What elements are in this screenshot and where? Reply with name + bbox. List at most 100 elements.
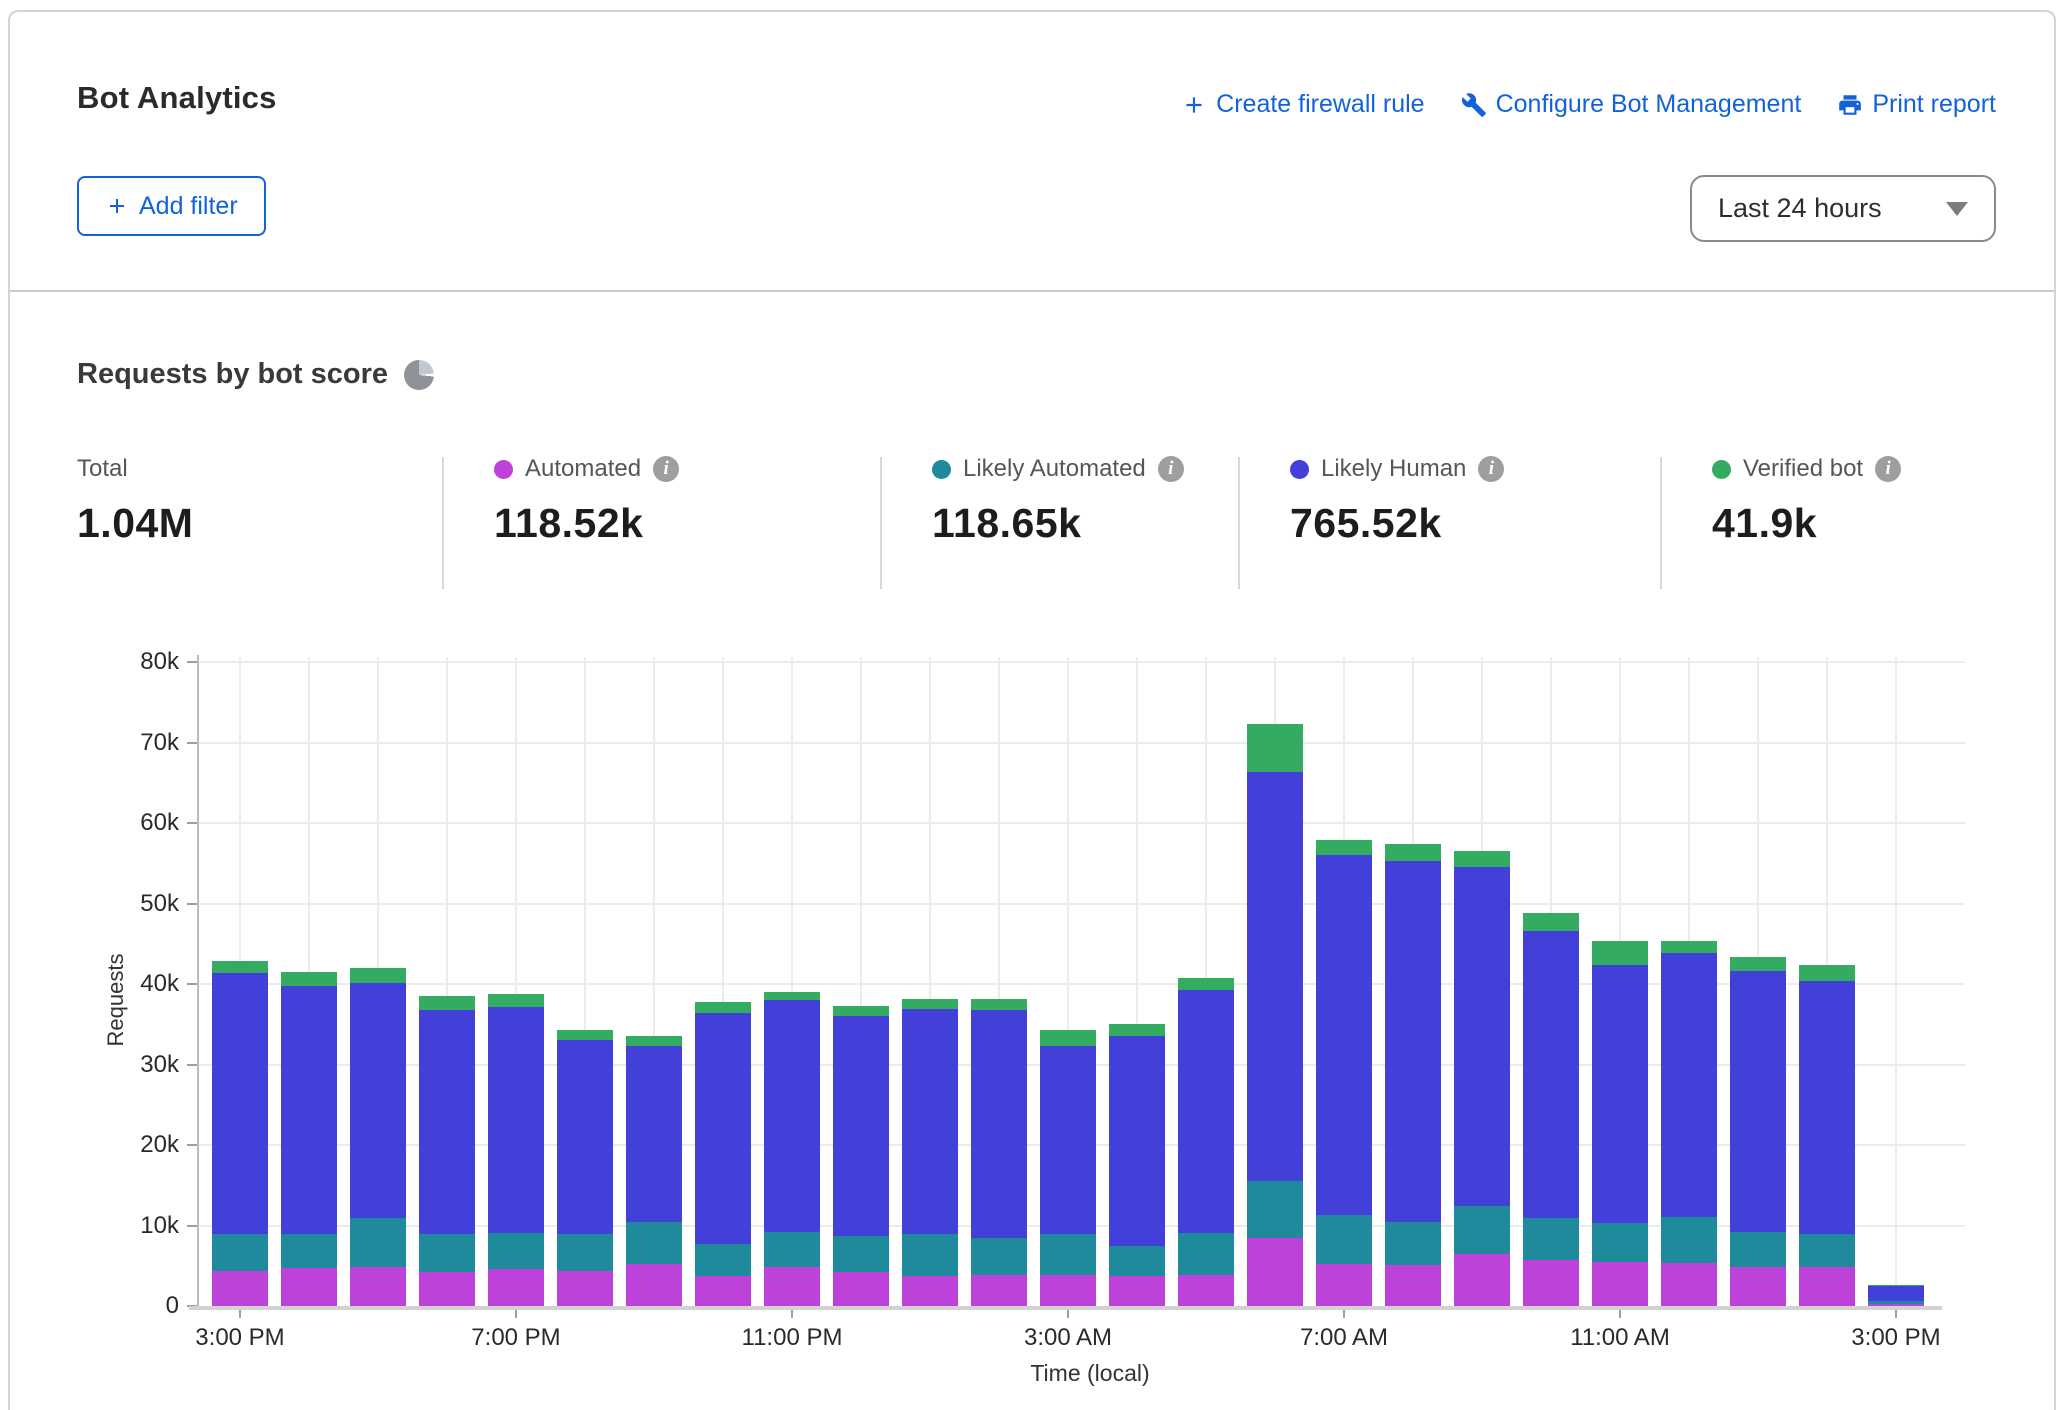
bar-segment-likely-human[interactable] bbox=[1040, 1046, 1096, 1234]
bar-segment-verified-bot[interactable] bbox=[1385, 844, 1441, 861]
bar-segment-verified-bot[interactable] bbox=[1316, 840, 1372, 855]
bar-segment-verified-bot[interactable] bbox=[488, 994, 544, 1007]
bar-segment-likely-human[interactable] bbox=[419, 1010, 475, 1235]
bar-segment-likely-automated[interactable] bbox=[1178, 1233, 1234, 1276]
bar-segment-likely-human[interactable] bbox=[1799, 981, 1855, 1235]
bar-segment-verified-bot[interactable] bbox=[1109, 1024, 1165, 1035]
bar-segment-likely-human[interactable] bbox=[1454, 867, 1510, 1206]
bar-segment-likely-human[interactable] bbox=[1523, 931, 1579, 1218]
bar-segment-likely-automated[interactable] bbox=[971, 1238, 1027, 1275]
bar-segment-likely-automated[interactable] bbox=[557, 1234, 613, 1272]
bar-segment-automated[interactable] bbox=[1385, 1265, 1441, 1306]
bar-segment-likely-automated[interactable] bbox=[1316, 1215, 1372, 1264]
bar-segment-likely-human[interactable] bbox=[1316, 855, 1372, 1215]
bar-segment-automated[interactable] bbox=[626, 1264, 682, 1306]
bar-segment-likely-human[interactable] bbox=[695, 1013, 751, 1244]
bar-segment-likely-automated[interactable] bbox=[1247, 1181, 1303, 1237]
bar-segment-verified-bot[interactable] bbox=[902, 999, 958, 1009]
bar-segment-automated[interactable] bbox=[1109, 1276, 1165, 1306]
bar-segment-verified-bot[interactable] bbox=[764, 992, 820, 1000]
bar-segment-automated[interactable] bbox=[419, 1272, 475, 1306]
bar-segment-automated[interactable] bbox=[1730, 1267, 1786, 1306]
bar-segment-automated[interactable] bbox=[902, 1276, 958, 1306]
bar-segment-verified-bot[interactable] bbox=[350, 968, 406, 983]
bar-segment-verified-bot[interactable] bbox=[1592, 941, 1648, 965]
bar-segment-automated[interactable] bbox=[1868, 1304, 1924, 1306]
bar-segment-verified-bot[interactable] bbox=[281, 972, 337, 986]
bar-segment-automated[interactable] bbox=[557, 1271, 613, 1306]
bar-segment-verified-bot[interactable] bbox=[695, 1002, 751, 1013]
bar-segment-likely-automated[interactable] bbox=[1040, 1234, 1096, 1275]
bar-segment-likely-automated[interactable] bbox=[350, 1218, 406, 1266]
bar-segment-verified-bot[interactable] bbox=[1454, 851, 1510, 867]
bar-segment-likely-automated[interactable] bbox=[281, 1234, 337, 1269]
bar-segment-likely-automated[interactable] bbox=[1454, 1206, 1510, 1254]
bar-segment-likely-automated[interactable] bbox=[1868, 1301, 1924, 1304]
bar-segment-verified-bot[interactable] bbox=[1040, 1030, 1096, 1046]
bar-segment-likely-automated[interactable] bbox=[695, 1244, 751, 1276]
bar-segment-likely-automated[interactable] bbox=[1109, 1246, 1165, 1277]
bar-segment-verified-bot[interactable] bbox=[1523, 913, 1579, 931]
bar-segment-likely-automated[interactable] bbox=[1661, 1217, 1717, 1263]
bar-segment-automated[interactable] bbox=[350, 1267, 406, 1306]
bar-segment-verified-bot[interactable] bbox=[971, 999, 1027, 1009]
bar-segment-likely-human[interactable] bbox=[833, 1016, 889, 1236]
bar-segment-likely-human[interactable] bbox=[1592, 965, 1648, 1224]
bar-segment-verified-bot[interactable] bbox=[557, 1030, 613, 1040]
bar-segment-automated[interactable] bbox=[1454, 1254, 1510, 1306]
bar-segment-likely-automated[interactable] bbox=[626, 1222, 682, 1264]
bar-segment-likely-human[interactable] bbox=[1109, 1036, 1165, 1246]
bar-segment-likely-human[interactable] bbox=[1868, 1286, 1924, 1301]
bar-segment-likely-automated[interactable] bbox=[212, 1234, 268, 1271]
bar-segment-automated[interactable] bbox=[764, 1267, 820, 1306]
bar-segment-likely-automated[interactable] bbox=[1523, 1218, 1579, 1259]
bar-segment-verified-bot[interactable] bbox=[626, 1036, 682, 1046]
bar-segment-likely-human[interactable] bbox=[971, 1010, 1027, 1238]
bar-segment-likely-automated[interactable] bbox=[902, 1234, 958, 1277]
bar-segment-likely-human[interactable] bbox=[764, 1000, 820, 1232]
bar-segment-automated[interactable] bbox=[1523, 1260, 1579, 1306]
bar-segment-automated[interactable] bbox=[695, 1276, 751, 1306]
bar-segment-verified-bot[interactable] bbox=[833, 1006, 889, 1016]
bar-segment-likely-human[interactable] bbox=[350, 983, 406, 1218]
bar-segment-automated[interactable] bbox=[1247, 1238, 1303, 1306]
bar-segment-automated[interactable] bbox=[1316, 1264, 1372, 1306]
bar-segment-likely-automated[interactable] bbox=[833, 1236, 889, 1272]
bar-segment-automated[interactable] bbox=[281, 1268, 337, 1306]
bar-segment-automated[interactable] bbox=[1592, 1262, 1648, 1306]
bar-segment-likely-automated[interactable] bbox=[419, 1234, 475, 1272]
bar-segment-automated[interactable] bbox=[1799, 1267, 1855, 1306]
bar-segment-likely-human[interactable] bbox=[1661, 953, 1717, 1216]
bar-segment-automated[interactable] bbox=[1178, 1275, 1234, 1306]
bar-segment-automated[interactable] bbox=[971, 1275, 1027, 1306]
bar-segment-likely-human[interactable] bbox=[1247, 772, 1303, 1181]
bar-segment-likely-automated[interactable] bbox=[1592, 1223, 1648, 1261]
bar-segment-likely-human[interactable] bbox=[1385, 861, 1441, 1222]
bar-segment-verified-bot[interactable] bbox=[1868, 1285, 1924, 1286]
bar-segment-likely-automated[interactable] bbox=[488, 1233, 544, 1269]
bar-segment-likely-automated[interactable] bbox=[1799, 1234, 1855, 1266]
bar-segment-verified-bot[interactable] bbox=[1247, 724, 1303, 772]
bar-segment-likely-human[interactable] bbox=[1730, 971, 1786, 1231]
bar-segment-verified-bot[interactable] bbox=[1178, 978, 1234, 989]
bar-segment-likely-human[interactable] bbox=[488, 1007, 544, 1232]
bar-segment-automated[interactable] bbox=[1040, 1275, 1096, 1306]
bar-segment-verified-bot[interactable] bbox=[1661, 941, 1717, 954]
bar-segment-likely-human[interactable] bbox=[626, 1046, 682, 1222]
bar-segment-likely-human[interactable] bbox=[557, 1040, 613, 1234]
bar-segment-likely-automated[interactable] bbox=[1730, 1232, 1786, 1267]
bar-segment-verified-bot[interactable] bbox=[419, 996, 475, 1010]
bar-segment-automated[interactable] bbox=[1661, 1263, 1717, 1306]
bar-segment-likely-human[interactable] bbox=[281, 986, 337, 1234]
bar-segment-likely-human[interactable] bbox=[902, 1009, 958, 1234]
bar-segment-verified-bot[interactable] bbox=[212, 961, 268, 972]
bar-segment-automated[interactable] bbox=[488, 1269, 544, 1306]
bar-segment-automated[interactable] bbox=[833, 1272, 889, 1306]
bar-segment-likely-human[interactable] bbox=[212, 973, 268, 1234]
bar-segment-verified-bot[interactable] bbox=[1799, 965, 1855, 980]
bar-segment-likely-human[interactable] bbox=[1178, 990, 1234, 1233]
bar-segment-likely-automated[interactable] bbox=[764, 1232, 820, 1267]
bar-segment-verified-bot[interactable] bbox=[1730, 957, 1786, 971]
bar-segment-likely-automated[interactable] bbox=[1385, 1222, 1441, 1265]
bar-segment-automated[interactable] bbox=[212, 1271, 268, 1306]
